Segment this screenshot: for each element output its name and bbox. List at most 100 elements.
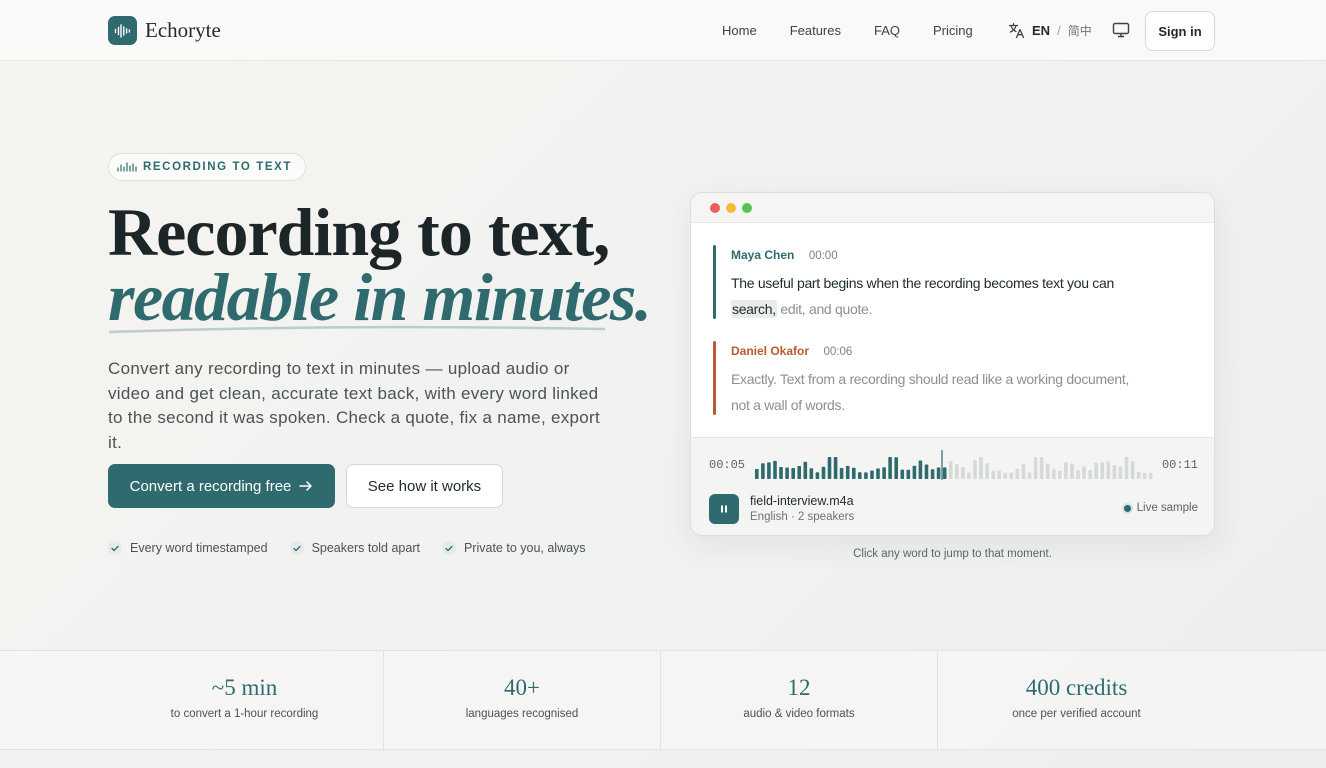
waveform-bar [767, 462, 771, 479]
waveform-bar [1148, 472, 1153, 479]
transcript-segment[interactable]: Maya Chen 00:00 The useful part begins w… [713, 245, 1151, 322]
segment-timestamp[interactable]: 00:00 [809, 250, 838, 262]
speaker-name: Daniel Okafor [731, 344, 810, 358]
check-icon [441, 541, 456, 555]
waveform-bar [985, 463, 989, 479]
waveform-bar [815, 472, 820, 479]
brand-name: Echoryte [145, 18, 221, 42]
convert-recording-button[interactable]: Convert a recording free [108, 464, 335, 508]
waveform-bar [809, 468, 814, 479]
arrow-right-icon [299, 481, 313, 491]
player-total-time: 00:11 [1161, 458, 1198, 472]
waveform-bar [1064, 462, 1068, 479]
waveform-bar [882, 467, 886, 479]
transcript-caption: Click any word to jump to that moment. [853, 548, 1052, 560]
segment-text-before[interactable]: The useful part begins when the recordin… [731, 275, 1114, 291]
pause-icon [721, 505, 727, 513]
speaker-name: Maya Chen [731, 248, 795, 262]
file-meta: English · 2 speakers [750, 511, 855, 523]
waveform-bar [1003, 472, 1008, 479]
live-sample-label: Live sample [1136, 502, 1198, 514]
waveform-bar [833, 457, 838, 479]
nav-link-pricing[interactable]: Pricing [933, 23, 973, 38]
segment-timestamp[interactable]: 00:06 [823, 346, 852, 358]
window-titlebar [691, 193, 1214, 223]
transcript-segment[interactable]: Daniel Okafor 00:06 Exactly. Text from a… [713, 341, 1151, 418]
waveform-bar [948, 461, 953, 479]
display-theme-icon[interactable] [1112, 21, 1130, 39]
speaker-color-bar [713, 245, 716, 319]
waveform-bar [912, 465, 917, 479]
waveform-bar [1070, 463, 1074, 479]
waveform-bar [1142, 472, 1147, 479]
pause-button[interactable] [709, 494, 739, 524]
sign-in-button[interactable]: Sign in [1145, 11, 1215, 51]
waveform-bar [773, 460, 777, 479]
waveform-bar [955, 464, 959, 479]
waveform-bar [821, 466, 826, 479]
stat-value: 40+ [504, 675, 540, 700]
language-switcher[interactable]: EN / 简中 [1008, 22, 1092, 39]
audio-bars-icon [117, 162, 137, 172]
highlighted-word[interactable]: search, [731, 299, 777, 318]
stat-item: 40+ languages recognised [384, 651, 661, 751]
translate-icon [1008, 22, 1025, 39]
lang-current[interactable]: EN [1032, 23, 1050, 38]
waveform-bar [791, 468, 795, 479]
hero-eyebrow-label: RECORDING TO TEXT [143, 161, 293, 173]
feature-item: Every word timestamped [108, 541, 268, 555]
waveform-bar [1088, 470, 1092, 479]
see-how-it-works-button[interactable]: See how it works [346, 464, 503, 508]
convert-recording-label: Convert a recording free [129, 477, 292, 495]
waveform-bar [1100, 462, 1105, 479]
waveform-bar [991, 470, 995, 479]
waveform-bar [864, 472, 868, 479]
waveform-bar [876, 468, 880, 479]
waveform-bar [900, 469, 905, 479]
window-close-dot [710, 203, 720, 213]
stat-label: once per verified account [1012, 708, 1141, 720]
stat-label: audio & video formats [743, 708, 855, 720]
waveform-bar [930, 469, 935, 479]
nav-link-features[interactable]: Features [790, 23, 841, 38]
segment-text[interactable]: The useful part begins when the recordin… [731, 271, 1151, 322]
audio-waveform[interactable] [754, 448, 1154, 482]
live-dot-icon [1123, 504, 1131, 512]
waveform-bar [845, 465, 850, 479]
stat-item: 12 audio & video formats [661, 651, 938, 751]
lang-alt[interactable]: 简中 [1068, 22, 1092, 39]
waveform-bar [1058, 470, 1062, 479]
check-icon [108, 541, 122, 555]
feature-label: Private to you, always [463, 541, 586, 555]
feature-label: Speakers told apart [311, 541, 420, 555]
waveform-bar [973, 460, 977, 479]
waveform-bar [1009, 472, 1014, 479]
nav-link-home[interactable]: Home [722, 23, 757, 38]
waveform-bar [1039, 457, 1044, 479]
waveform-bar [894, 457, 898, 479]
nav-link-faq[interactable]: FAQ [874, 23, 900, 38]
stat-value: ~5 min [211, 675, 278, 700]
feature-item: Private to you, always [441, 541, 586, 555]
waveform-bar [888, 457, 892, 479]
waveform-bar [1045, 463, 1050, 479]
segment-text[interactable]: Exactly. Text from a recording should re… [731, 367, 1151, 418]
stat-label: languages recognised [465, 708, 579, 720]
waveform-bar [803, 461, 808, 479]
stat-label: to convert a 1-hour recording [170, 708, 319, 720]
title-underline-decoration [108, 325, 606, 334]
segment-text-after[interactable]: edit, and quote. [777, 301, 872, 317]
waveform-bar [1106, 461, 1111, 479]
waveform-bar [1033, 457, 1038, 479]
waveform-bar [779, 467, 783, 479]
file-name: field-interview.m4a [750, 494, 854, 508]
brand-logo-link[interactable]: Echoryte [108, 16, 221, 45]
waveform-bar [997, 470, 1001, 479]
waveform-bar [1052, 469, 1056, 479]
waveform-bar [1130, 461, 1135, 479]
waveform-bar [858, 472, 862, 479]
waveform-bar [1136, 471, 1141, 479]
waveform-bar [1015, 468, 1020, 479]
waveform-bar [1118, 466, 1123, 479]
waveform-bar [785, 467, 789, 479]
